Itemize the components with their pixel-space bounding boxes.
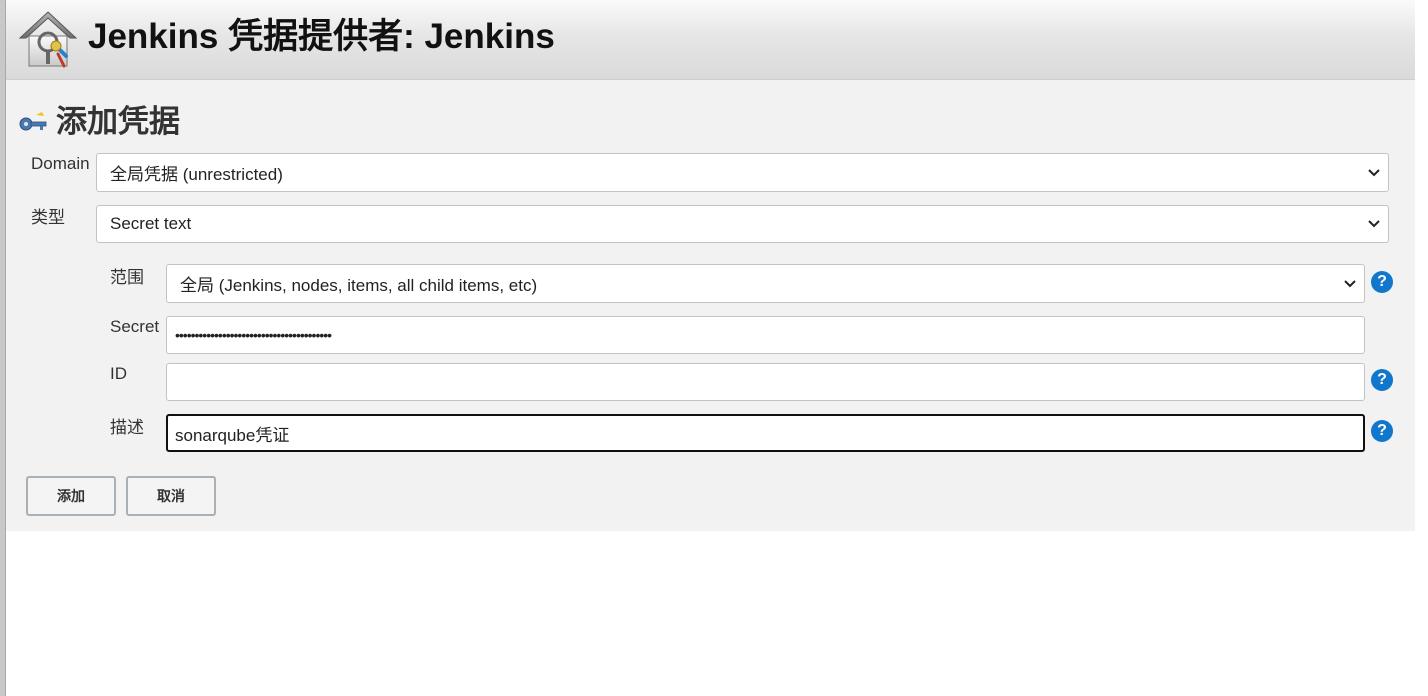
secret-field[interactable]: •••••••••••••••••••••••••••••••••••••••• [166,316,1365,354]
page-title: Jenkins 凭据提供者: Jenkins [88,17,555,56]
chevron-down-icon [1344,279,1356,287]
secret-masked-value: •••••••••••••••••••••••••••••••••••••••• [175,327,332,343]
kind-select[interactable]: Secret text [96,205,1389,243]
chevron-down-icon [1368,168,1380,176]
description-help-icon[interactable]: ? [1371,420,1393,442]
description-value: sonarqube凭证 [175,425,290,445]
id-label: ID [110,364,127,383]
description-field[interactable]: sonarqube凭证 [166,414,1365,452]
add-button[interactable]: 添加 [26,476,116,516]
cancel-button[interactable]: 取消 [126,476,216,516]
domain-select[interactable]: 全局凭据 (unrestricted) [96,153,1389,192]
id-help-icon[interactable]: ? [1371,369,1393,391]
credentials-house-key-icon [18,11,78,68]
description-label: 描述 [110,418,144,437]
kind-label: 类型 [31,208,65,227]
page-header: Jenkins 凭据提供者: Jenkins [6,0,1415,80]
key-icon [19,112,47,131]
main-panel: Jenkins 凭据提供者: Jenkins 添加凭据 Domain 全局凭据 … [6,0,1415,531]
scope-select-value: 全局 (Jenkins, nodes, items, all child ite… [180,276,538,295]
kind-select-value: Secret text [110,214,192,233]
domain-label: Domain [31,154,90,173]
scope-label: 范围 [110,268,144,287]
secret-label: Secret [110,317,160,336]
scope-select[interactable]: 全局 (Jenkins, nodes, items, all child ite… [166,264,1365,303]
section-title: 添加凭据 [56,104,180,139]
chevron-down-icon [1368,220,1380,228]
domain-select-value: 全局凭据 (unrestricted) [110,165,283,184]
scope-help-icon[interactable]: ? [1371,271,1393,293]
id-field[interactable] [166,363,1365,401]
